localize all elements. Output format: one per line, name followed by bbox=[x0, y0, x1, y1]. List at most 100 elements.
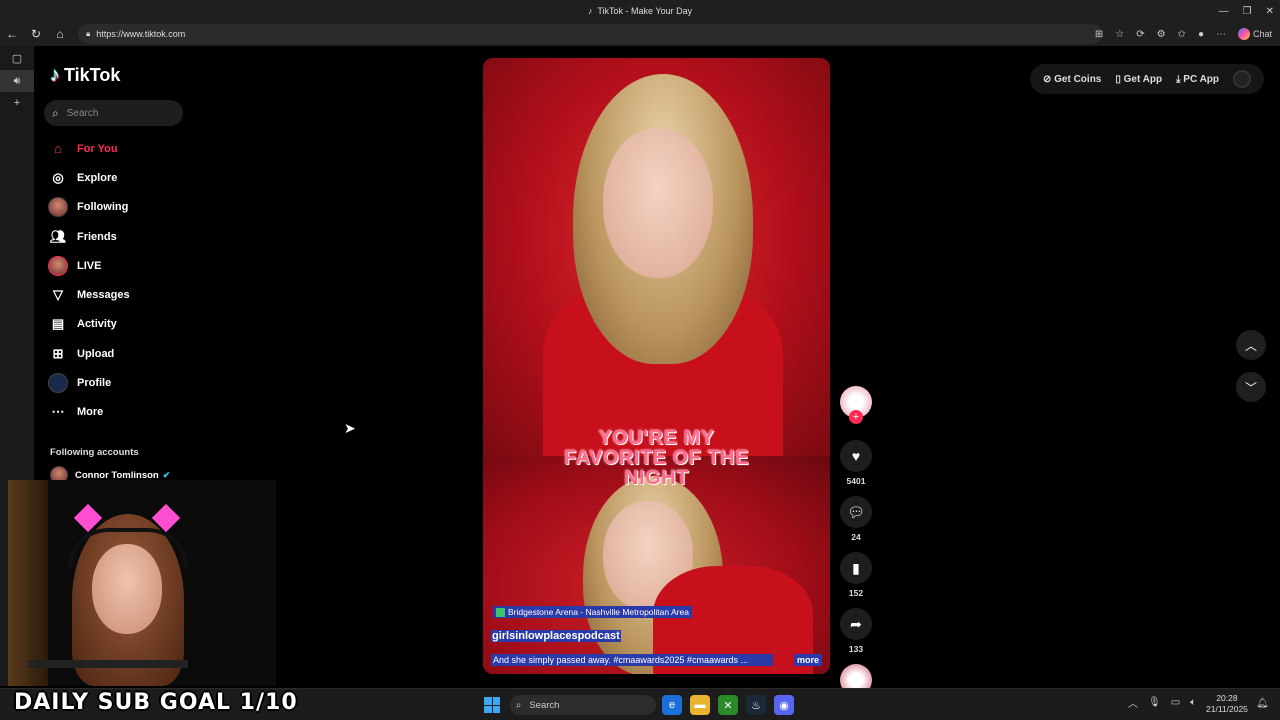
comment-count: 24 bbox=[851, 532, 861, 542]
browser-menu-icon[interactable]: ⋯ bbox=[1216, 29, 1226, 40]
video-actions: + ♥ 5401 💬︎ 24 ▮ 152 ➦ 133 bbox=[840, 386, 872, 696]
search-placeholder: Search bbox=[66, 107, 99, 119]
tiktok-logo[interactable]: ♪ TikTok bbox=[50, 64, 120, 87]
taskbar-clock[interactable]: 20:28 21/11/2025 bbox=[1206, 693, 1248, 715]
start-tile bbox=[484, 705, 492, 713]
extension2-icon[interactable]: ⚙ bbox=[1157, 29, 1166, 40]
upload-icon: ⊞ bbox=[52, 345, 64, 361]
get-app-label: Get App bbox=[1123, 73, 1163, 85]
favorite-star-icon[interactable]: ☆ bbox=[1115, 29, 1124, 40]
new-tab-icon[interactable]: + bbox=[0, 92, 34, 114]
share-icon[interactable]: ➦ bbox=[840, 608, 872, 640]
share-action[interactable]: ➦ 133 bbox=[840, 608, 872, 654]
caption-more-button[interactable]: more bbox=[794, 654, 823, 666]
minimize-button[interactable]: — bbox=[1219, 6, 1229, 17]
start-tile bbox=[492, 697, 500, 705]
following-avatar-icon bbox=[48, 197, 68, 218]
get-coins-label: Get Coins bbox=[1054, 73, 1102, 85]
sidebar-item-following[interactable]: Following bbox=[48, 193, 208, 222]
video-subject-face bbox=[603, 128, 713, 278]
location-pin-icon bbox=[496, 607, 505, 617]
bookmark-icon[interactable]: ▮ bbox=[840, 552, 872, 584]
sidebar-item-explore[interactable]: ◎ Explore bbox=[48, 163, 208, 192]
sidebar-item-label: Profile bbox=[77, 377, 112, 390]
comment-icon[interactable]: 💬︎ bbox=[840, 496, 872, 528]
back-icon[interactable]: ← bbox=[0, 27, 24, 41]
account-name: Connor Tomlinson bbox=[75, 469, 159, 481]
sidebar-item-label: Messages bbox=[77, 289, 130, 302]
overlay-line: NIGHT bbox=[624, 467, 689, 489]
sidebar-item-friends[interactable]: 👥︎ Friends bbox=[48, 222, 208, 251]
get-app-button[interactable]: ▯ Get App bbox=[1115, 74, 1162, 85]
url-text[interactable]: https://www.tiktok.com bbox=[96, 29, 185, 39]
sidebar-item-activity[interactable]: ▤ Activity bbox=[48, 310, 208, 339]
refresh-icon[interactable]: ↻ bbox=[24, 27, 48, 41]
video-caption: And she simply passed away. #cmaawards20… bbox=[491, 654, 773, 666]
sidebar-item-label: Friends bbox=[77, 230, 117, 243]
get-coins-button[interactable]: ⊘ Get Coins bbox=[1043, 74, 1101, 85]
video-location-tag[interactable]: Bridgestone Arena - Nashville Metropolit… bbox=[493, 606, 692, 618]
copilot-chat-button[interactable]: Chat bbox=[1237, 28, 1272, 40]
follow-plus-icon[interactable]: + bbox=[849, 410, 863, 424]
save-action[interactable]: ▮ 152 bbox=[840, 552, 872, 598]
video-player[interactable]: YOU'RE MY FAVORITE OF THE NIGHT Bridgest… bbox=[483, 58, 830, 674]
file-explorer-icon[interactable]: ▬ bbox=[690, 695, 710, 715]
sidebar-item-messages[interactable]: ▽ Messages bbox=[48, 280, 208, 309]
discord-icon[interactable]: ◉ bbox=[774, 695, 794, 715]
logo-text: TikTok bbox=[64, 65, 121, 85]
close-button[interactable]: ✕ bbox=[1266, 6, 1274, 17]
system-tray: ︿ 🎙︎ ▭ 🔈︎ bbox=[1128, 695, 1196, 710]
home-browser-icon[interactable]: ⌂ bbox=[48, 27, 72, 41]
start-tile bbox=[492, 705, 500, 713]
maximize-button[interactable]: ❐ bbox=[1243, 6, 1252, 17]
clock-time: 20:28 bbox=[1216, 693, 1238, 703]
creator-avatar[interactable]: + bbox=[840, 386, 872, 424]
steam-icon[interactable]: ♨ bbox=[746, 695, 766, 715]
taskbar-apps: e ▬ ✕ ♨ ◉ bbox=[662, 695, 794, 715]
sub-goal-banner: DAILY SUB GOAL 1/10 bbox=[14, 690, 298, 715]
favorites-icon[interactable]: ✩ bbox=[1178, 29, 1186, 40]
app-available-icon[interactable]: ⊞ bbox=[1095, 29, 1103, 40]
edge-icon[interactable]: e bbox=[662, 695, 682, 715]
microphone-icon[interactable]: 🎙︎ bbox=[1148, 697, 1161, 708]
pc-app-button[interactable]: ⤓ PC App bbox=[1176, 74, 1219, 85]
sidebar-item-label: Explore bbox=[77, 171, 118, 184]
next-video-button[interactable]: ﹀ bbox=[1236, 372, 1266, 402]
browser-profile-icon[interactable]: ● bbox=[1198, 29, 1204, 40]
tab-actions-icon[interactable]: ▢ bbox=[0, 48, 34, 70]
sidebar-item-label: Activity bbox=[77, 318, 117, 331]
address-bar[interactable]: 🔒︎ https://www.tiktok.com bbox=[78, 24, 1102, 44]
clock-date: 21/11/2025 bbox=[1206, 704, 1248, 714]
like-action[interactable]: ♥ 5401 bbox=[840, 440, 872, 486]
windows-start-icon[interactable] bbox=[484, 697, 500, 713]
user-avatar[interactable] bbox=[1232, 70, 1251, 88]
tab-audio-icon[interactable]: 🔊︎ bbox=[0, 70, 34, 92]
sidebar-item-label: Upload bbox=[77, 347, 115, 360]
sidebar-item-for-you[interactable]: ⌂ For You bbox=[48, 134, 208, 163]
overlay-line: FAVORITE OF THE bbox=[564, 447, 749, 469]
video-author[interactable]: girlsinlowplacespodcast bbox=[491, 630, 621, 642]
volume-icon[interactable]: 🔈︎ bbox=[1190, 697, 1196, 708]
previous-video-button[interactable]: ︿ bbox=[1236, 330, 1266, 360]
comment-action[interactable]: 💬︎ 24 bbox=[840, 496, 872, 542]
extension-icon[interactable]: ⟳ bbox=[1136, 29, 1144, 40]
sidebar-item-upload[interactable]: ⊞ Upload bbox=[48, 339, 208, 368]
avatar bbox=[48, 373, 68, 394]
compass-icon: ◎ bbox=[52, 169, 64, 185]
xbox-icon[interactable]: ✕ bbox=[718, 695, 738, 715]
live-avatar-icon bbox=[48, 255, 68, 276]
start-tile bbox=[484, 697, 492, 705]
sidebar-item-live[interactable]: LIVE bbox=[48, 251, 208, 280]
network-icon[interactable]: ▭ bbox=[1171, 697, 1180, 708]
notification-bell-icon[interactable]: 🔔︎ bbox=[1256, 698, 1269, 709]
search-input[interactable]: ⌕ Search bbox=[44, 100, 183, 126]
search-icon: ⌕ bbox=[516, 699, 522, 711]
heart-icon[interactable]: ♥ bbox=[840, 440, 872, 472]
taskbar-search[interactable]: ⌕ Search bbox=[510, 695, 656, 715]
sidebar-item-profile[interactable]: Profile bbox=[48, 368, 208, 397]
webcam-overlay bbox=[8, 480, 276, 686]
copilot-icon bbox=[1237, 28, 1250, 40]
sidebar-item-more[interactable]: ⋯ More bbox=[48, 398, 208, 427]
lock-icon: 🔒︎ bbox=[86, 29, 91, 38]
tray-overflow-icon[interactable]: ︿ bbox=[1128, 695, 1138, 710]
